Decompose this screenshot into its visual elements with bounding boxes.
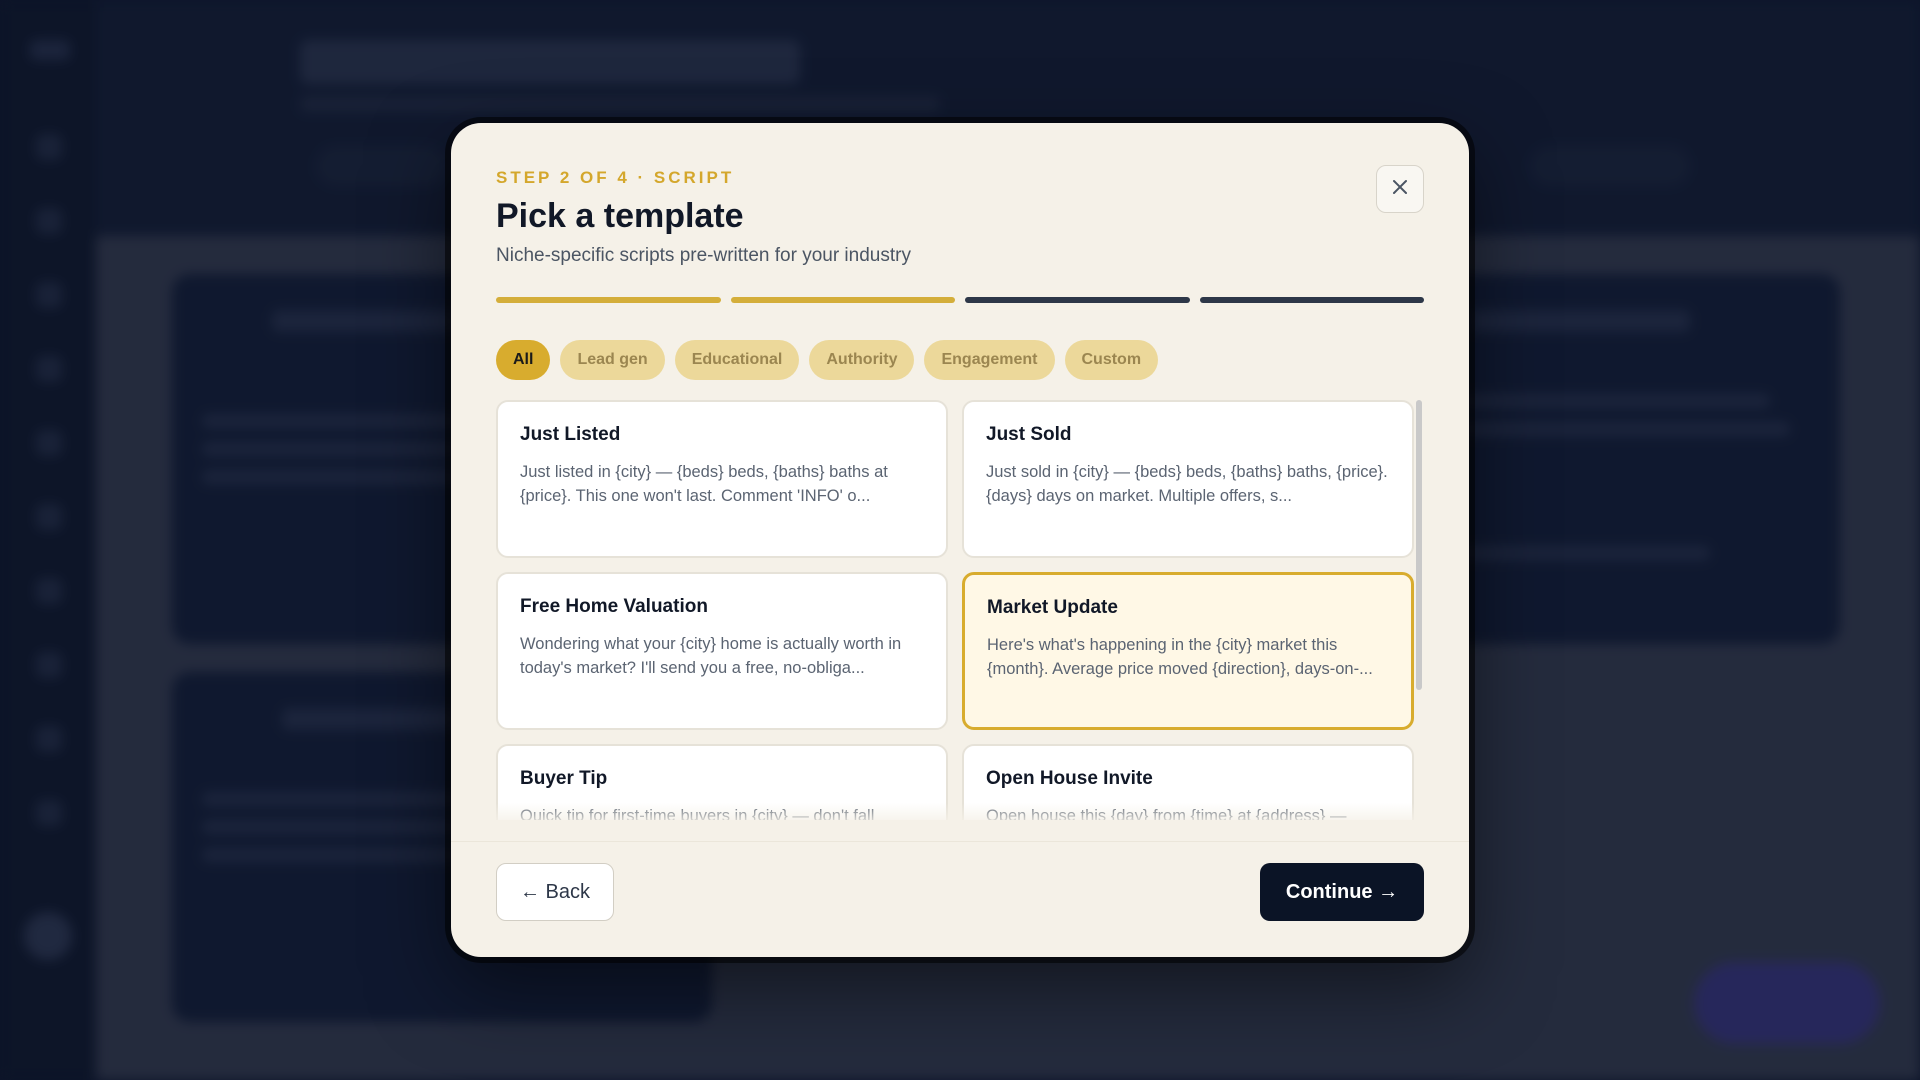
close-icon (1390, 177, 1410, 202)
template-card-title: Open House Invite (986, 768, 1153, 789)
template-card-title: Market Update (987, 597, 1118, 618)
template-card-body: Just sold in {city} — {beds} beds, {bath… (986, 463, 1388, 505)
template-card-body: Wondering what your {city} home is actua… (520, 635, 902, 677)
template-card-title: Free Home Valuation (520, 596, 708, 617)
continue-button[interactable]: Continue → (1260, 863, 1424, 921)
progress-segment (965, 297, 1190, 303)
template-card-just-sold[interactable]: Just Sold Just sold in {city} — {beds} be… (962, 400, 1414, 558)
template-filters: All Lead gen Educational Authority Engagemen… (496, 340, 1159, 380)
template-card-market-update[interactable]: Market Update Here's what's happening in … (962, 572, 1414, 730)
template-card-title: Just Listed (520, 424, 621, 445)
filter-chip-authority[interactable]: Authority (809, 340, 915, 380)
progress-segment (1199, 297, 1424, 303)
footer-divider (451, 841, 1469, 842)
filter-chip-lead-gen[interactable]: Lead gen (560, 340, 665, 380)
template-grid-scrollbar[interactable] (1416, 400, 1422, 690)
template-grid-scroll[interactable]: Just Listed Just listed in {city} — {beds… (496, 400, 1431, 820)
step-progress (496, 297, 1424, 303)
template-card-body: Just listed in {city} — {beds} beds, {ba… (520, 463, 888, 505)
filter-chip-all[interactable]: All (496, 340, 551, 380)
template-picker-modal: STEP 2 OF 4 · SCRIPT Pick a template Nic… (451, 123, 1469, 957)
step-label: STEP 2 OF 4 · SCRIPT (496, 168, 735, 187)
filter-chip-engagement[interactable]: Engagement (924, 340, 1055, 380)
template-card-body: Here's what's happening in the {city} ma… (987, 636, 1373, 678)
modal-title: Pick a template (496, 197, 744, 235)
filter-chip-educational[interactable]: Educational (674, 340, 800, 380)
template-card-title: Buyer Tip (520, 768, 608, 789)
modal-subtitle: Niche-specific scripts pre-written for y… (496, 245, 911, 266)
close-button[interactable] (1376, 165, 1424, 213)
back-button[interactable]: ← Back (496, 863, 614, 921)
progress-segment (496, 297, 721, 303)
template-card-title: Just Sold (986, 424, 1072, 445)
grid-fade (496, 803, 1431, 825)
progress-segment (730, 297, 955, 303)
template-card-free-home-valuation[interactable]: Free Home Valuation Wondering what your {… (496, 572, 948, 730)
template-card-just-listed[interactable]: Just Listed Just listed in {city} — {beds… (496, 400, 948, 558)
template-grid: Just Listed Just listed in {city} — {beds… (496, 400, 1431, 820)
filter-chip-custom[interactable]: Custom (1064, 340, 1159, 380)
